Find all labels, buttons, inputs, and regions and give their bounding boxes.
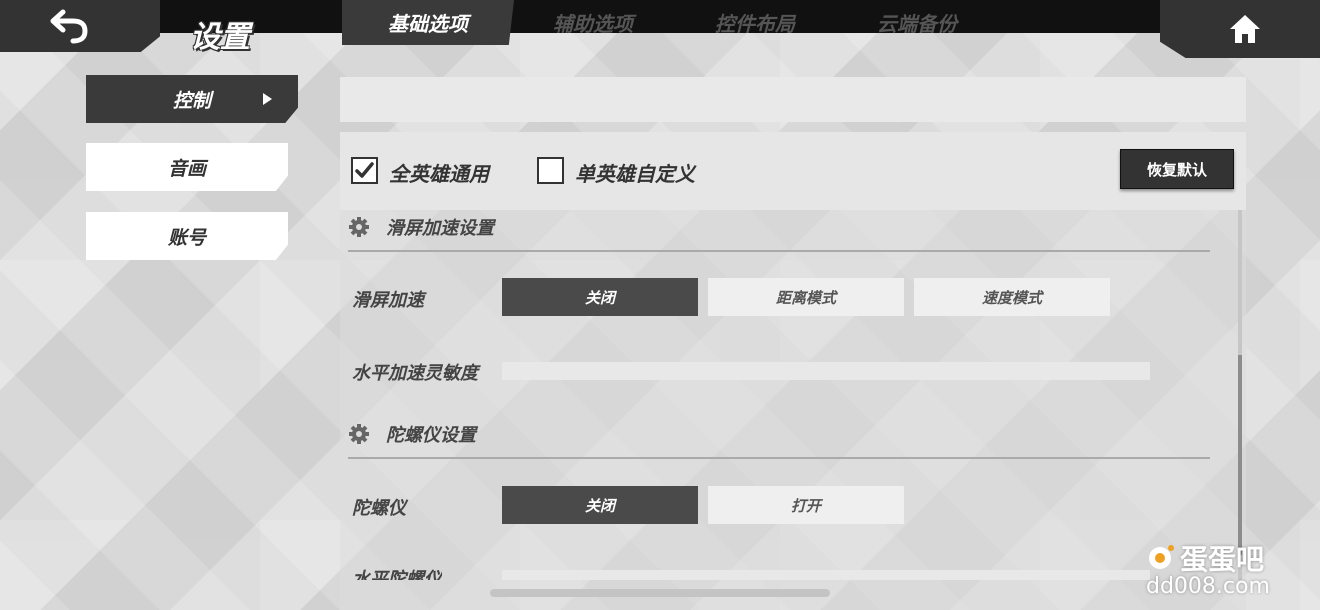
tab-basic-options[interactable]: 基础选项 (342, 0, 514, 45)
home-indicator (490, 589, 830, 597)
horizontal-accel-sensitivity-label: 水平加速灵敏度 (352, 363, 478, 384)
tab-label: 控件布局 (715, 12, 795, 36)
all-heroes-label: 全英雄通用 (389, 162, 489, 186)
tab-label: 云端备份 (877, 12, 957, 36)
gear-icon (349, 217, 369, 237)
single-hero-checkbox[interactable] (537, 157, 564, 184)
swipe-accel-distance-button[interactable]: 距离模式 (708, 278, 904, 316)
tab-label: 基础选项 (388, 12, 468, 36)
single-hero-label: 单英雄自定义 (575, 162, 695, 186)
sidebar-item-audio-video[interactable]: 音画 (86, 143, 288, 191)
tab-assist-options[interactable]: 辅助选项 (518, 0, 668, 45)
tab-control-layout[interactable]: 控件布局 (680, 0, 830, 45)
section-title: 滑屏加速设置 (386, 218, 494, 239)
tab-label: 辅助选项 (553, 12, 633, 36)
back-arrow-icon (50, 9, 88, 44)
horizontal-accel-sensitivity-slider[interactable] (502, 362, 1150, 380)
gyro-off-button[interactable]: 关闭 (502, 486, 698, 524)
sidebar-item-label: 音画 (167, 157, 206, 180)
horizontal-gyro-label: 水平陀螺仪 (352, 569, 442, 580)
swipe-accel-speed-button[interactable]: 速度模式 (914, 278, 1110, 316)
gear-icon (349, 424, 369, 444)
watermark-url: dd008.com (1146, 574, 1270, 599)
home-button[interactable] (1160, 0, 1320, 58)
all-heroes-checkbox[interactable] (351, 157, 378, 184)
page-title: 设置 (190, 20, 250, 55)
swipe-accel-off-button[interactable]: 关闭 (502, 278, 698, 316)
scrollbar-thumb[interactable] (1238, 355, 1242, 555)
watermark-name: 蛋蛋吧 (1180, 543, 1265, 576)
watermark: 蛋蛋吧 dd008.com (1146, 538, 1296, 604)
tab-cloud-backup[interactable]: 云端备份 (842, 0, 992, 45)
checkmark-icon (355, 162, 374, 178)
egg-logo-icon (1149, 545, 1174, 569)
sidebar-item-label: 账号 (167, 226, 206, 249)
sidebar-item-label: 控制 (172, 89, 211, 112)
tab-bar (340, 77, 1246, 122)
swipe-accel-label: 滑屏加速 (352, 290, 424, 311)
sidebar-item-control[interactable]: 控制 (86, 75, 298, 123)
sidebar-item-account[interactable]: 账号 (86, 212, 288, 260)
gyro-on-button[interactable]: 打开 (708, 486, 904, 524)
gyro-label: 陀螺仪 (352, 498, 406, 519)
home-icon (1230, 15, 1260, 43)
back-button[interactable] (0, 0, 160, 52)
triangle-right-icon (263, 93, 272, 105)
section-title: 陀螺仪设置 (386, 425, 476, 446)
horizontal-gyro-slider[interactable] (502, 570, 1150, 580)
section-header-swipe: 滑屏加速设置 (348, 212, 1210, 252)
section-header-gyro: 陀螺仪设置 (348, 419, 1210, 459)
reset-default-button[interactable]: 恢复默认 (1120, 149, 1234, 189)
